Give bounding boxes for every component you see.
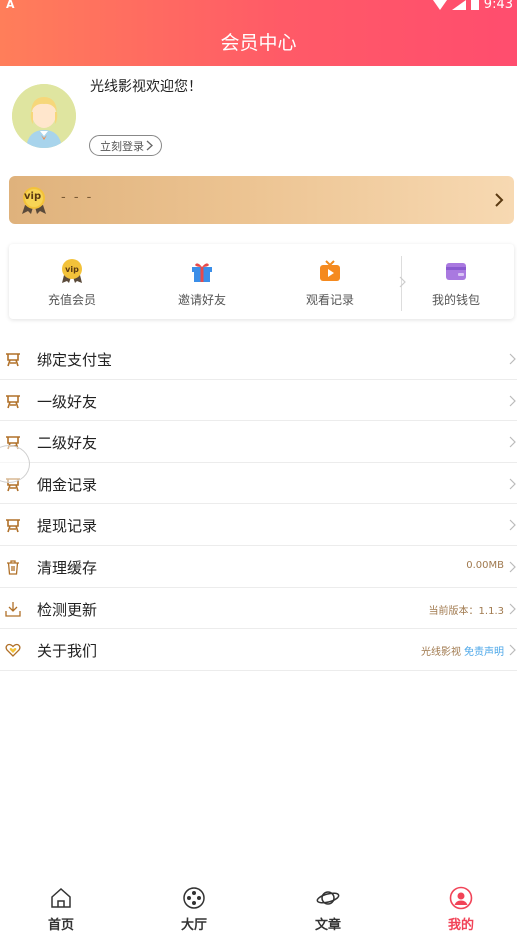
chevron-right-icon: [509, 603, 516, 614]
disclaimer-link[interactable]: 免责声明: [464, 647, 504, 658]
login-button[interactable]: 立刻登录: [89, 135, 162, 156]
menu-item-level1-friends[interactable]: 一级好友: [0, 380, 517, 422]
menu-item-level2-friends[interactable]: 二级好友: [0, 421, 517, 463]
menu-item-label: 佣金记录: [37, 475, 98, 494]
chevron-right-icon: [509, 353, 516, 365]
menu-item-label: 绑定支付宝: [37, 351, 113, 369]
app-name: 光线影视: [421, 647, 461, 659]
vip-banner[interactable]: vip - - -: [9, 176, 514, 224]
settings-menu: 绑定支付宝 一级好友 二级好友 佣金记录 提现记录 清理缓存 0.00MB 检测…: [0, 338, 517, 671]
menu-item-about-us[interactable]: 关于我们 光线影视 免责声明: [0, 629, 517, 671]
menu-item-label: 一级好友: [37, 392, 98, 411]
nav-hall[interactable]: 大厅: [154, 880, 234, 932]
vip-badge-text: vip: [24, 191, 42, 202]
menu-item-clear-cache[interactable]: 清理缓存 0.00MB: [0, 546, 517, 588]
nav-home[interactable]: 首页: [21, 880, 101, 932]
easel-icon: [6, 394, 20, 408]
home-icon: [51, 887, 71, 908]
menu-item-commission-records[interactable]: 佣金记录: [0, 463, 517, 505]
action-watch-history[interactable]: 观看记录: [267, 244, 393, 319]
chevron-right-icon: [509, 519, 516, 531]
menu-item-bind-alipay[interactable]: 绑定支付宝: [0, 338, 517, 380]
notification-icon: A: [6, 0, 15, 11]
chevron-right-icon: [146, 140, 153, 151]
nav-label: 我的: [447, 918, 474, 932]
action-invite-friends[interactable]: 邀请好友: [139, 244, 265, 319]
menu-item-label: 二级好友: [37, 434, 98, 453]
cache-size: 0.00MB: [466, 559, 504, 571]
app-header: A 9:43 会员中心: [0, 0, 517, 66]
chevron-right-icon: [509, 644, 516, 656]
action-label: 充值会员: [47, 293, 96, 307]
chevron-right-icon: [509, 561, 516, 573]
app-version: 当前版本：1.1.3: [428, 605, 504, 617]
film-reel-icon: [183, 887, 205, 909]
menu-item-withdrawal-records[interactable]: 提现记录: [0, 504, 517, 546]
chevron-right-icon: [495, 193, 504, 207]
action-my-wallet[interactable]: 我的钱包: [393, 244, 517, 319]
profile-section: 光线影视欢迎您！ 立刻登录: [0, 66, 517, 170]
menu-item-label: 关于我们: [37, 642, 98, 661]
vip-status-text: - - -: [61, 190, 94, 205]
vip-medal-icon: vip: [62, 259, 82, 283]
avatar-illustration: [12, 84, 76, 148]
easel-icon: [6, 519, 20, 533]
planet-icon: [316, 891, 340, 905]
battery-icon: [470, 0, 479, 10]
menu-item-label: 检测更新: [37, 600, 98, 619]
nav-label: 大厅: [180, 918, 207, 932]
action-label: 邀请好友: [177, 293, 226, 307]
nav-label: 首页: [47, 918, 74, 932]
wallet-icon: [446, 263, 466, 280]
tv-play-icon: [320, 260, 340, 281]
user-icon: [449, 886, 473, 910]
nav-mine[interactable]: 我的: [421, 880, 501, 932]
gift-icon: [192, 263, 212, 282]
status-bar: A 9:43: [0, 0, 517, 14]
easel-icon: [6, 353, 20, 367]
chevron-right-icon: [509, 436, 516, 448]
bottom-navigation: 首页 大厅 文章 我的: [0, 880, 517, 932]
download-icon: [5, 601, 21, 617]
chevron-right-icon: [509, 478, 516, 490]
clock: 9:43: [483, 0, 513, 12]
menu-item-label: 提现记录: [37, 517, 98, 536]
action-recharge-vip[interactable]: vip 充值会员: [9, 244, 135, 319]
avatar[interactable]: [12, 84, 76, 148]
login-label: 立刻登录: [100, 139, 144, 153]
nav-label: 文章: [314, 918, 341, 932]
chevron-right-icon: [509, 395, 516, 407]
nav-articles[interactable]: 文章: [288, 880, 368, 932]
signal-icon: [451, 0, 466, 10]
welcome-text: 光线影视欢迎您！: [90, 79, 202, 95]
quick-actions-card: vip 充值会员 邀请好友 观看记录 我的钱包: [9, 244, 514, 319]
trash-icon: [7, 560, 19, 575]
status-icons: 9:43: [433, 0, 513, 12]
wifi-icon: [433, 0, 447, 10]
action-label: 观看记录: [305, 293, 354, 307]
menu-item-check-update[interactable]: 检测更新 当前版本：1.1.3: [0, 588, 517, 630]
svg-text:vip: vip: [65, 265, 79, 274]
action-label: 我的钱包: [431, 293, 480, 307]
about-info: 光线影视 免责声明: [421, 643, 504, 658]
page-title: 会员中心: [220, 32, 297, 54]
menu-item-label: 清理缓存: [37, 558, 98, 577]
heart-icon: [5, 644, 21, 658]
